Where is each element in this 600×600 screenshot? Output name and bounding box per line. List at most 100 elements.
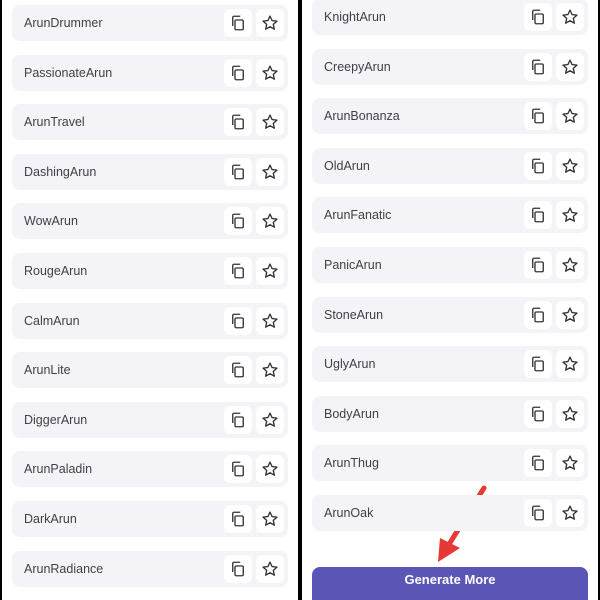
favorite-button[interactable] [256,58,284,87]
copy-button[interactable] [524,399,552,428]
favorite-button[interactable] [556,3,584,31]
favorite-button[interactable] [556,102,584,131]
copy-button[interactable] [524,350,552,379]
favorite-button[interactable] [556,449,584,478]
copy-button[interactable] [524,102,552,131]
name-row: ArunFanatic [312,197,588,234]
copy-icon [532,455,544,471]
copy-button[interactable] [524,52,552,81]
copy-button[interactable] [224,306,252,335]
name-row: WowArun [12,203,288,240]
star-icon [562,9,578,24]
favorite-button[interactable] [256,554,284,583]
generated-name: ArunTravel [24,115,85,130]
favorite-button[interactable] [556,499,584,527]
copy-icon [232,362,244,378]
copy-icon [532,108,544,124]
name-row: BodyArun [312,395,588,432]
name-row: RougeArun [12,253,288,289]
copy-button[interactable] [524,3,552,31]
favorite-button[interactable] [256,405,284,434]
generate-more-button[interactable]: Generate More [312,567,588,600]
name-row: ArunBonanza [312,98,588,135]
favorite-button[interactable] [256,257,284,285]
copy-icon [532,505,544,521]
favorite-button[interactable] [556,350,584,379]
copy-button[interactable] [524,151,552,180]
copy-icon [232,511,244,527]
name-row: DashingArun [12,153,288,190]
copy-button[interactable] [224,58,252,87]
star-icon [262,313,278,328]
favorite-button[interactable] [256,157,284,186]
favorite-button[interactable] [556,300,584,329]
copy-button[interactable] [224,505,252,533]
favorite-button[interactable] [256,207,284,236]
favorite-button[interactable] [256,9,284,37]
copy-button[interactable] [224,108,252,137]
favorite-button[interactable] [256,108,284,137]
copy-button[interactable] [224,207,252,236]
favorite-button[interactable] [556,201,584,230]
copy-button[interactable] [524,201,552,230]
copy-icon [532,307,544,323]
name-row: ArunTravel [12,104,288,141]
name-row: CalmArun [12,302,288,339]
generated-name: WowArun [24,214,78,229]
favorite-button[interactable] [256,356,284,385]
generated-name: ArunThug [324,456,379,471]
copy-icon [232,164,244,180]
star-icon [562,108,578,124]
name-row: ArunRadiance [12,550,288,587]
star-icon [262,65,278,80]
copy-button[interactable] [524,449,552,478]
copy-button[interactable] [224,554,252,583]
generated-name: ArunDrummer [24,16,103,30]
name-row: KnightArun [312,0,588,35]
copy-icon [532,59,544,75]
copy-icon [232,313,244,329]
generated-name: DarkArun [24,512,77,526]
favorite-button[interactable] [256,306,284,335]
copy-button[interactable] [224,405,252,434]
star-icon [562,356,578,372]
star-icon [562,207,578,223]
generate-more-label: Generate More [404,572,496,587]
name-row: ArunThug [312,445,588,482]
copy-icon [532,356,544,372]
favorite-button[interactable] [556,399,584,428]
copy-icon [232,412,244,428]
copy-button[interactable] [224,157,252,186]
copy-button[interactable] [224,9,252,37]
favorite-button[interactable] [556,251,584,279]
star-icon [262,213,278,229]
name-row: OldArun [312,147,588,184]
favorite-button[interactable] [256,505,284,533]
star-icon [262,164,278,179]
copy-button[interactable] [524,300,552,329]
copy-icon [232,263,244,279]
copy-icon [232,461,244,477]
name-row: ArunLite [12,352,288,389]
star-icon [262,362,278,378]
generated-name: CalmArun [24,313,80,328]
copy-button[interactable] [224,356,252,385]
favorite-button[interactable] [556,151,584,180]
copy-icon [232,213,244,229]
copy-icon [232,15,244,31]
generated-name: ArunOak [324,506,374,520]
favorite-button[interactable] [556,52,584,81]
generated-name: ArunPaladin [24,462,93,477]
favorite-button[interactable] [256,455,284,484]
copy-icon [532,207,544,223]
copy-icon [532,9,544,25]
copy-button[interactable] [224,257,252,285]
star-icon [262,561,278,576]
generated-name: DiggerArun [24,412,88,427]
copy-button[interactable] [524,499,552,527]
star-icon [562,257,578,272]
name-row: ArunPaladin [12,451,288,488]
star-icon [262,263,278,278]
copy-button[interactable] [224,455,252,484]
copy-button[interactable] [524,251,552,279]
